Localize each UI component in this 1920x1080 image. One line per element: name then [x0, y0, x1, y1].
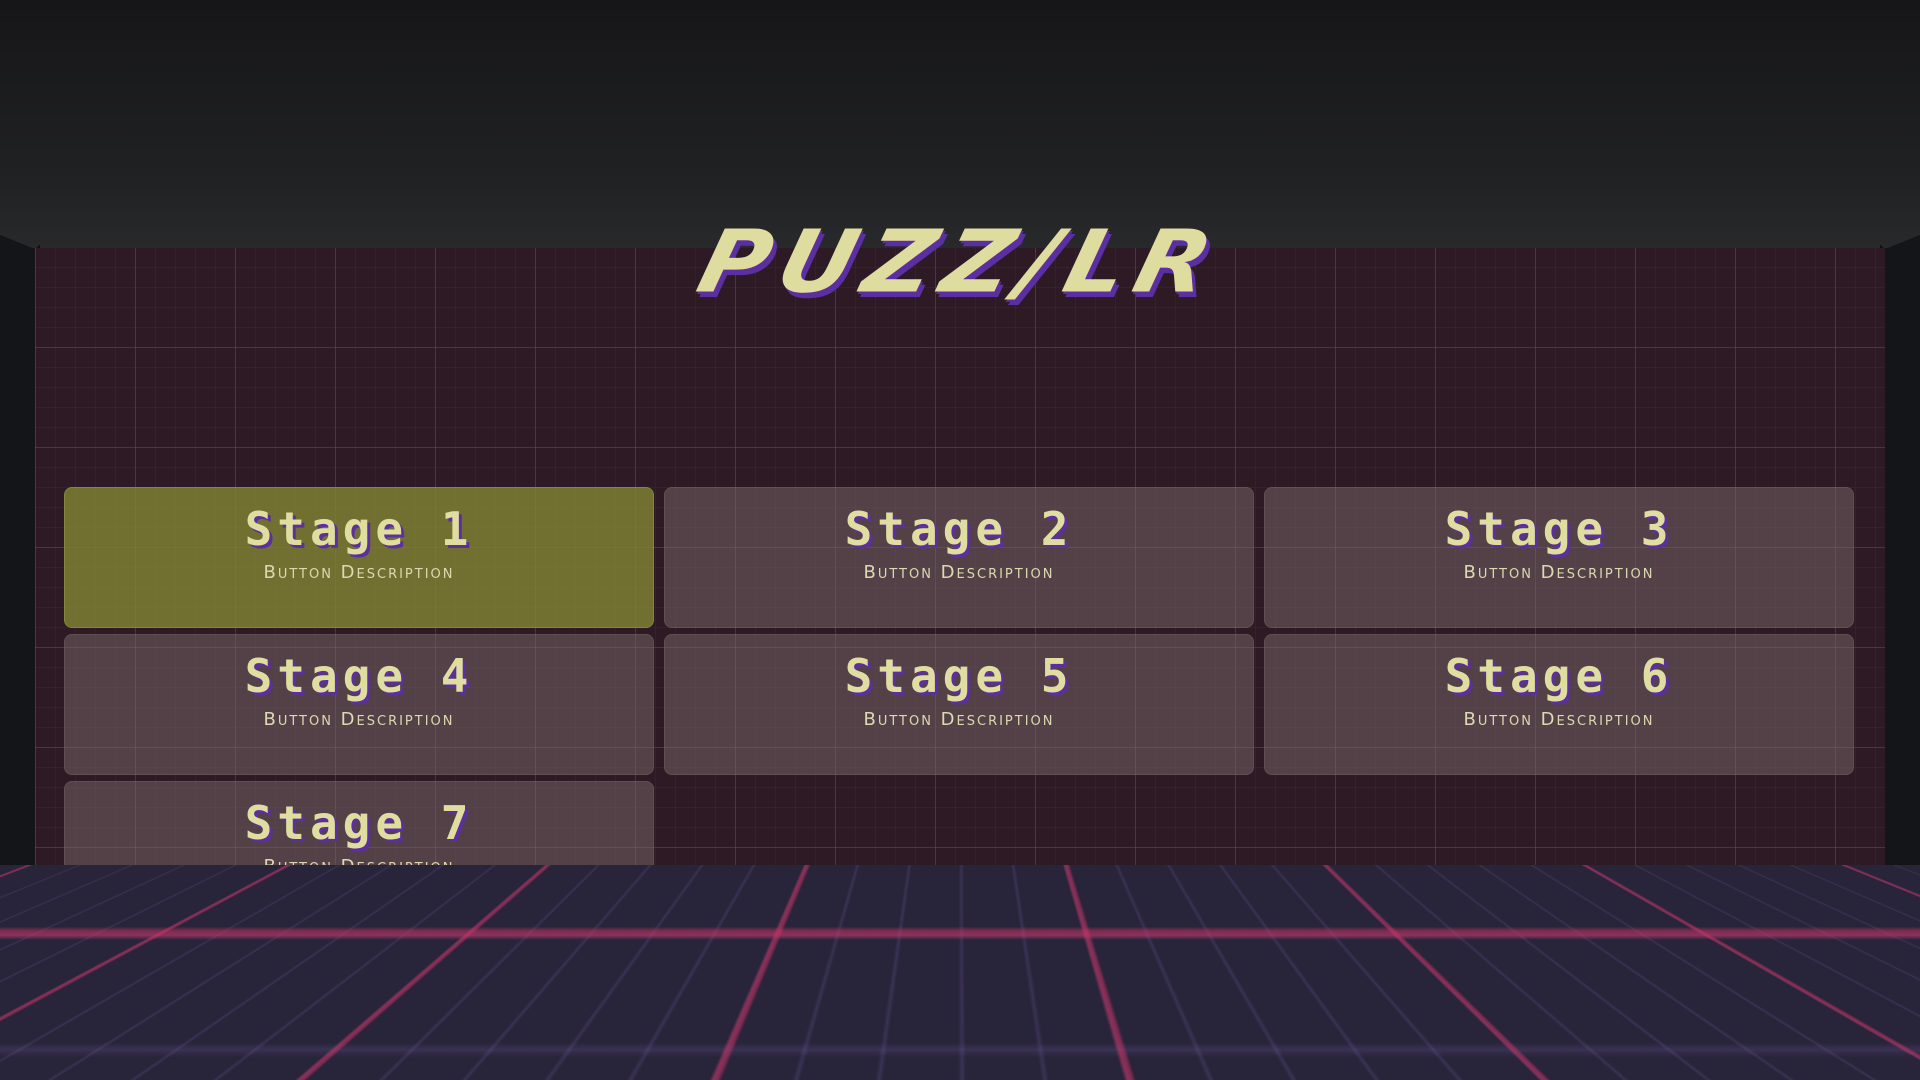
stage-title: Stage 7	[244, 796, 474, 850]
stage-description: Button Description	[863, 562, 1055, 583]
stage-title: Stage 5	[844, 649, 1074, 703]
left-wall	[0, 235, 35, 875]
game-title: PUZZ/LR	[688, 212, 1232, 313]
right-wall	[1885, 235, 1920, 875]
stage-title: Stage 1	[244, 502, 474, 556]
stage-title: Stage 6	[1444, 649, 1674, 703]
stage-description: Button Description	[1463, 562, 1655, 583]
stage-7-button[interactable]: Stage 7 Button Description	[64, 781, 654, 922]
solo-menu-button[interactable]: Solo Menu	[815, 952, 1105, 1004]
stage-description: Button Description	[263, 562, 455, 583]
game-scene: PUZZ/LR Stage 1 Button Description Stage…	[0, 0, 1920, 1080]
stage-description: Button Description	[263, 856, 455, 877]
stage-description: Button Description	[863, 709, 1055, 730]
stage-select-grid: Stage 1 Button Description Stage 2 Butto…	[64, 487, 1856, 922]
stage-description: Button Description	[263, 709, 455, 730]
stage-4-button[interactable]: Stage 4 Button Description	[64, 634, 654, 775]
stage-1-button[interactable]: Stage 1 Button Description	[64, 487, 654, 628]
stage-title: Stage 3	[1444, 502, 1674, 556]
stage-title: Stage 2	[844, 502, 1074, 556]
stage-2-button[interactable]: Stage 2 Button Description	[664, 487, 1254, 628]
stage-3-button[interactable]: Stage 3 Button Description	[1264, 487, 1854, 628]
stage-5-button[interactable]: Stage 5 Button Description	[664, 634, 1254, 775]
stage-title: Stage 4	[244, 649, 474, 703]
stage-description: Button Description	[1463, 709, 1655, 730]
stage-6-button[interactable]: Stage 6 Button Description	[1264, 634, 1854, 775]
ceiling-edge	[0, 0, 1920, 248]
